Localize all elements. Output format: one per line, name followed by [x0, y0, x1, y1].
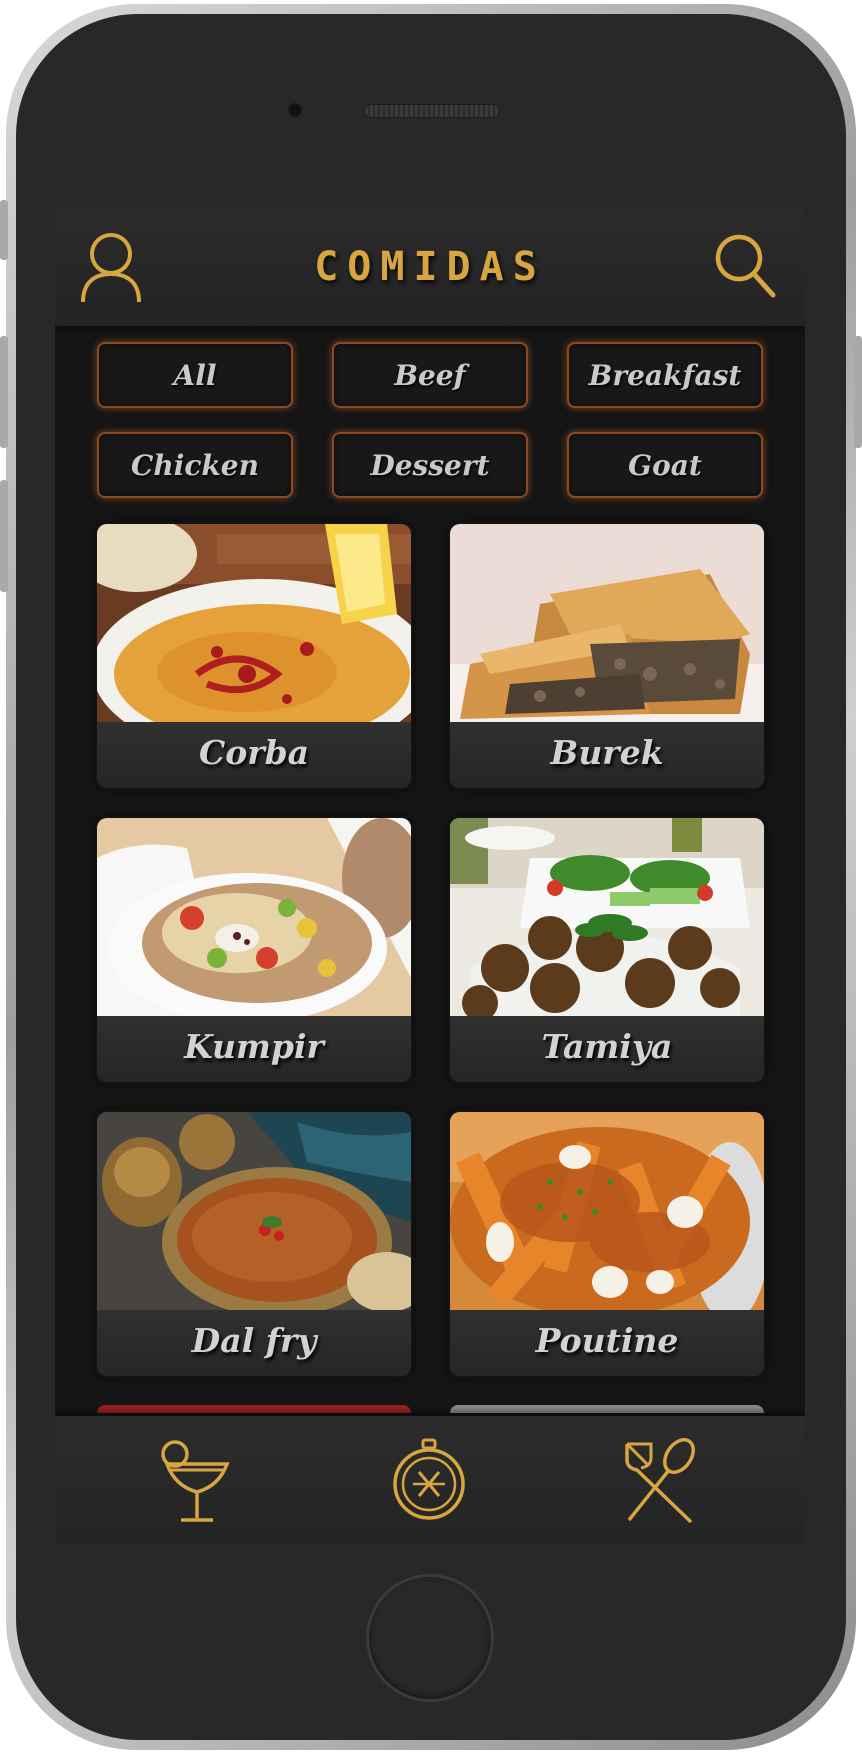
- meal-name: Corba: [97, 722, 411, 788]
- meal-name: Burek: [450, 722, 764, 788]
- meal-image: [97, 524, 411, 722]
- filter-chip-goat[interactable]: Goat: [567, 432, 763, 498]
- meal-card[interactable]: Burek: [450, 524, 764, 788]
- mute-switch: [0, 200, 8, 260]
- search-icon[interactable]: [713, 232, 777, 300]
- meal-card-partial[interactable]: [97, 1405, 411, 1413]
- meal-card[interactable]: Tamiya: [450, 818, 764, 1082]
- volume-down-button: [0, 480, 8, 592]
- meal-name: Dal fry: [97, 1310, 411, 1376]
- cocktail-icon[interactable]: [159, 1438, 235, 1524]
- top-bar: COMIDAS: [55, 210, 805, 326]
- meal-name: Kumpir: [97, 1016, 411, 1082]
- meal-card[interactable]: Corba: [97, 524, 411, 788]
- meal-card-partial[interactable]: [450, 1405, 764, 1413]
- fork-spoon-icon[interactable]: [621, 1437, 697, 1524]
- meal-image: [450, 818, 764, 1016]
- filter-chip-chicken[interactable]: Chicken: [97, 432, 293, 498]
- filter-chip-all[interactable]: All: [97, 342, 293, 408]
- compass-icon[interactable]: [391, 1438, 467, 1524]
- meal-name: Poutine: [450, 1310, 764, 1376]
- app-title: COMIDAS: [314, 244, 546, 290]
- filter-chip-beef[interactable]: Beef: [332, 342, 528, 408]
- meal-image: [97, 818, 411, 1016]
- volume-up-button: [0, 336, 8, 448]
- meal-card[interactable]: Poutine: [450, 1112, 764, 1376]
- filter-chip-dessert[interactable]: Dessert: [332, 432, 528, 498]
- bottom-tab-bar: [55, 1416, 805, 1544]
- meal-image: [450, 1112, 764, 1310]
- front-camera: [287, 102, 303, 118]
- app-screen: COMIDAS All Beef Breakfast Chicken Desse…: [55, 210, 805, 1544]
- meal-image: [97, 1112, 411, 1310]
- meal-name: Tamiya: [450, 1016, 764, 1082]
- power-button: [854, 336, 862, 448]
- home-button[interactable]: [366, 1574, 494, 1702]
- earpiece-speaker: [364, 104, 500, 118]
- meal-card[interactable]: Dal fry: [97, 1112, 411, 1376]
- meal-image: [450, 524, 764, 722]
- meal-card[interactable]: Kumpir: [97, 818, 411, 1082]
- filter-chip-breakfast[interactable]: Breakfast: [567, 342, 763, 408]
